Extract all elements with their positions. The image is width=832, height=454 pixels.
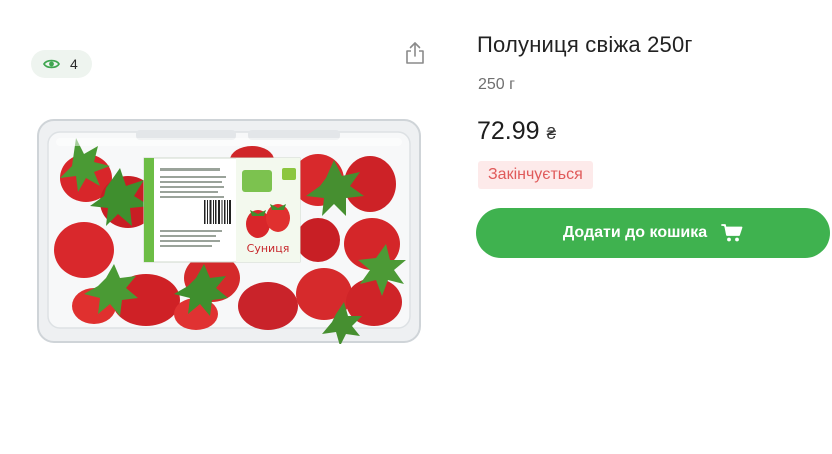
stock-status-badge: Закінчується (478, 161, 593, 189)
product-image: Суниця (36, 118, 422, 344)
add-to-cart-label: Додати до кошика (562, 224, 708, 241)
price-value: 72.99 (477, 117, 540, 145)
add-to-cart-button[interactable]: Додати до кошика (476, 208, 830, 258)
product-title: Полуниця свіжа 250г (477, 32, 693, 57)
product-weight: 250 г (478, 76, 515, 93)
label-product-name: Суниця (247, 242, 290, 255)
eye-icon (43, 58, 60, 70)
views-badge: 4 (31, 50, 92, 78)
price-currency: ₴ (546, 124, 557, 143)
cart-icon (721, 223, 743, 243)
product-price: 72.99 ₴ (477, 117, 556, 146)
product-page: 4 Суниця Полуниця свіжа 250г 250 г 72.99… (0, 0, 832, 454)
share-button[interactable] (403, 41, 427, 70)
share-icon (404, 41, 426, 70)
views-count: 4 (70, 56, 78, 72)
